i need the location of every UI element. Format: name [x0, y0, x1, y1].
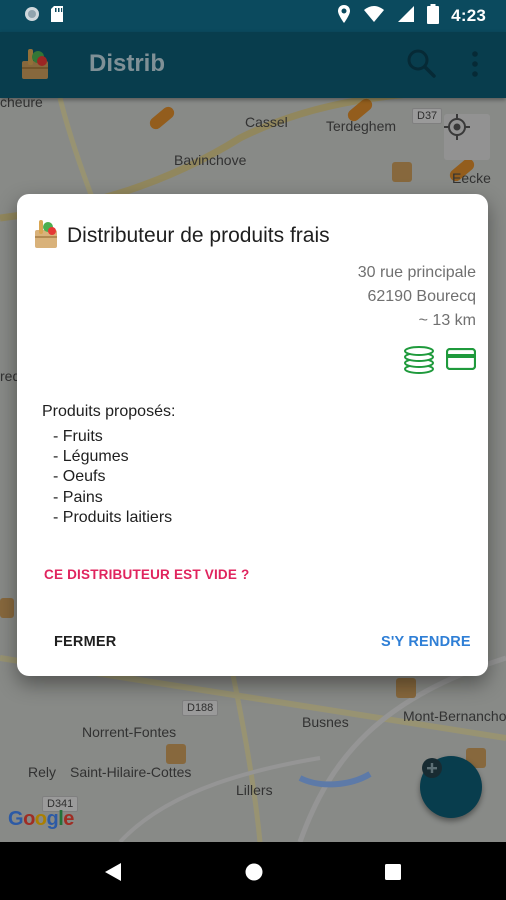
wifi-icon: [363, 5, 385, 28]
close-button[interactable]: FERMER: [54, 634, 116, 650]
product-list: - Fruits - Légumes - Oeufs - Pains - Pro…: [53, 427, 172, 528]
recent-apps-icon[interactable]: [384, 863, 402, 886]
list-item: - Pains: [53, 488, 103, 506]
status-time: 4:23: [451, 6, 486, 25]
basket-icon: [33, 218, 59, 255]
distance-text: ~ 13 km: [418, 312, 476, 329]
navigate-button[interactable]: S'Y RENDRE: [381, 634, 471, 650]
home-icon[interactable]: [244, 862, 264, 887]
location-icon: [337, 4, 351, 29]
list-item: - Légumes: [53, 448, 129, 466]
report-empty-link[interactable]: CE DISTRIBUTEUR EST VIDE ?: [44, 567, 249, 582]
list-item: - Produits laitiers: [53, 508, 173, 526]
list-item: - Oeufs: [53, 468, 106, 486]
dialog-title: Distributeur de produits frais: [67, 224, 330, 247]
battery-icon: [427, 3, 440, 29]
coins-icon: [403, 344, 435, 379]
notification-dot-icon: [24, 6, 40, 27]
back-icon[interactable]: [104, 862, 122, 887]
credit-card-icon: [445, 347, 477, 375]
products-title: Produits proposés:: [42, 403, 176, 420]
address-street: 30 rue principale: [357, 264, 476, 281]
list-item: - Fruits: [53, 428, 103, 445]
status-bar: 4:23: [0, 0, 506, 32]
system-nav-bar: [0, 842, 506, 900]
signal-icon: [397, 5, 415, 28]
sd-card-icon: [50, 5, 64, 28]
distributor-dialog: Distributeur de produits frais 30 rue pr…: [17, 194, 488, 676]
address-city: 62190 Bourecq: [367, 288, 476, 305]
